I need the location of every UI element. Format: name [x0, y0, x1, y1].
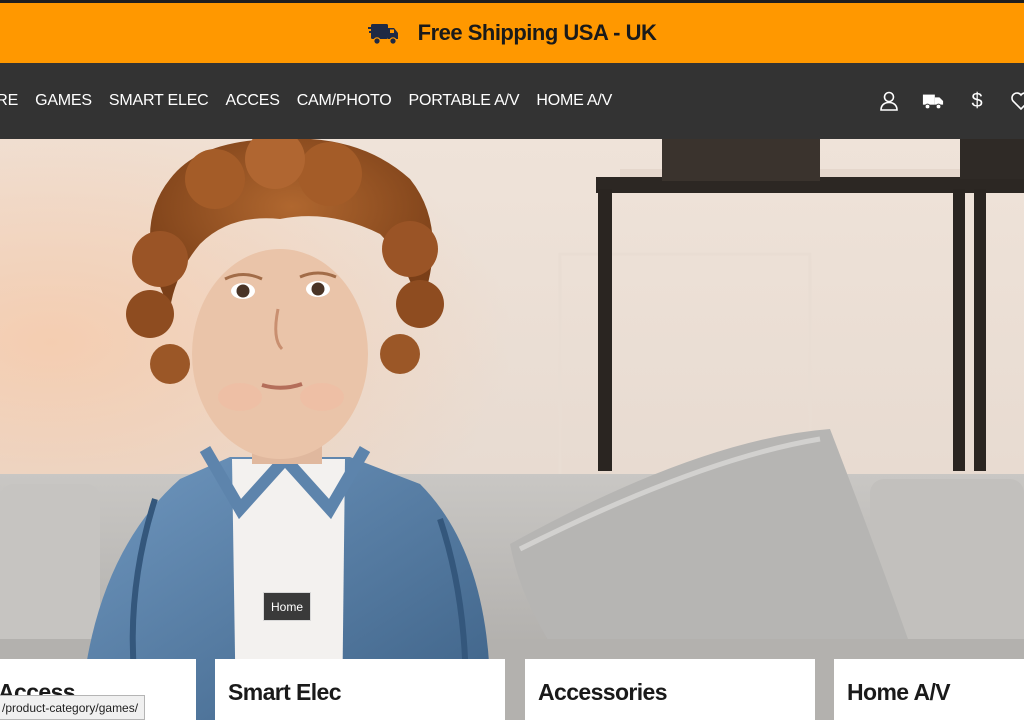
nav-item-home-av[interactable]: HOME A/V — [536, 92, 612, 110]
category-card-accessories[interactable]: Accessories — [525, 659, 815, 720]
user-icon[interactable] — [878, 90, 900, 112]
nav-item-portable-av[interactable]: PORTABLE A/V — [409, 92, 520, 110]
nav-item-cam-photo[interactable]: CAM/PHOTO — [297, 92, 392, 110]
promo-text: Free Shipping USA - UK — [417, 20, 657, 45]
promo-bar: Free Shipping USA - UK — [0, 0, 1024, 63]
home-tooltip: Home — [263, 592, 312, 621]
nav-menu: ORE GAMES SMART ELEC ACCES CAM/PHOTO POR… — [0, 92, 629, 110]
status-bar-url: /product-category/games/ — [0, 695, 146, 720]
currency-icon[interactable]: $ — [966, 90, 988, 112]
category-title: Smart Elec — [228, 679, 342, 705]
nav-icons: $ — [878, 63, 1024, 139]
nav-item-store[interactable]: ORE — [0, 92, 18, 110]
shipping-truck-icon[interactable] — [922, 90, 944, 112]
nav-item-acces[interactable]: ACCES — [226, 92, 280, 110]
category-title: Accessories — [538, 679, 668, 705]
main-navigation: ORE GAMES SMART ELEC ACCES CAM/PHOTO POR… — [0, 63, 1024, 139]
category-card-home-av[interactable]: Home A/V — [834, 659, 1024, 720]
nav-item-smart-elec[interactable]: SMART ELEC — [109, 92, 209, 110]
wishlist-heart-icon[interactable] — [1010, 90, 1024, 112]
hero-photo — [0, 139, 1024, 720]
delivery-truck-icon — [367, 17, 400, 49]
category-title: Home A/V — [847, 679, 951, 705]
category-card-smart-elec[interactable]: Smart Elec — [215, 659, 505, 720]
nav-item-games[interactable]: GAMES — [35, 92, 92, 110]
hero-banner[interactable]: Home — [0, 139, 1024, 720]
